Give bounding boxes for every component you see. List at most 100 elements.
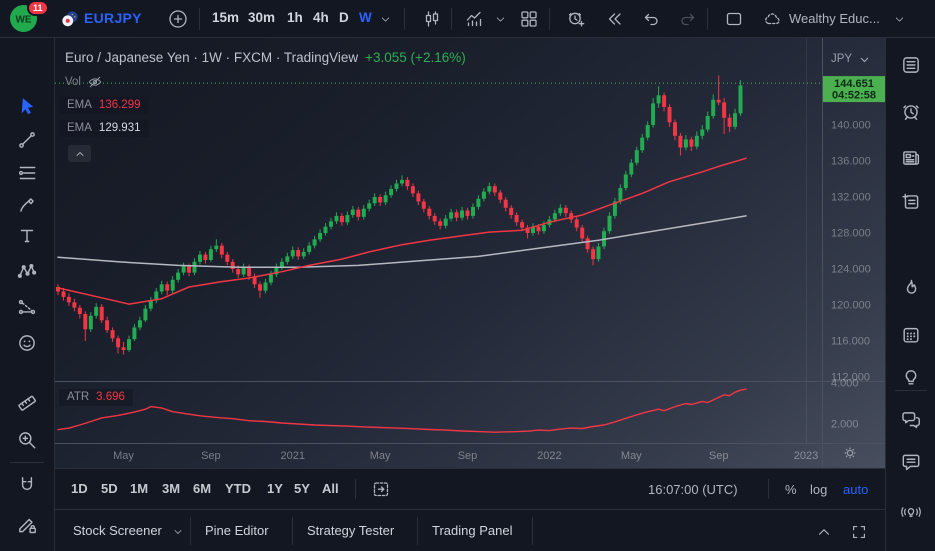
redo-icon[interactable]	[678, 9, 698, 29]
text-notes-icon[interactable]	[900, 191, 922, 213]
news-icon[interactable]	[900, 147, 922, 169]
clock[interactable]: 16:07:00 (UTC)	[648, 482, 738, 497]
pattern-tool-icon[interactable]	[16, 260, 38, 282]
emoji-tool-icon[interactable]	[16, 332, 38, 354]
cloud-save-icon[interactable]	[762, 9, 782, 29]
ideas-icon[interactable]	[900, 366, 922, 388]
notification-badge[interactable]: 11	[27, 0, 49, 16]
tab-trading-panel[interactable]: Trading Panel	[432, 523, 512, 538]
left-drawing-toolbar	[0, 38, 55, 551]
fib-retracement-tool-icon[interactable]	[16, 162, 38, 184]
interval-1d[interactable]: D	[339, 10, 349, 25]
svg-text:May: May	[621, 450, 642, 462]
text-tool-icon[interactable]	[16, 225, 38, 247]
symbol-button[interactable]: EURJPY	[84, 10, 142, 26]
indicators-icon[interactable]	[464, 9, 484, 29]
interval-4h[interactable]: 4h	[313, 10, 329, 25]
sidebar-divider	[895, 390, 927, 391]
calendar-icon[interactable]	[900, 324, 922, 346]
alerts-icon[interactable]	[900, 101, 922, 123]
symbol-description: Euro / Japanese Yen · 1W · FXCM · Tradin…	[65, 50, 358, 65]
ema-value: 129.931	[99, 122, 141, 134]
toolbar-divider	[404, 8, 405, 30]
hotlists-icon[interactable]	[900, 277, 922, 299]
interval-menu-chevron-icon[interactable]	[379, 13, 392, 26]
bottom-panel: Stock Screener Pine Editor Strategy Test…	[55, 509, 885, 551]
svg-text:2021: 2021	[281, 450, 305, 462]
range-5y[interactable]: 5Y	[294, 481, 310, 496]
ema-legend-row[interactable]: EMA 136.299	[59, 97, 149, 114]
svg-text:2.000: 2.000	[831, 419, 859, 431]
svg-text:May: May	[370, 450, 391, 462]
panel-divider	[532, 517, 533, 545]
screener-chevron-icon[interactable]	[172, 526, 184, 538]
toolbar-divider	[768, 479, 769, 499]
right-sidebar	[885, 38, 935, 551]
toolbar-divider	[10, 462, 44, 463]
range-6m[interactable]: 6M	[193, 481, 211, 496]
zoom-in-tool-icon[interactable]	[16, 429, 38, 451]
svg-text:2022: 2022	[537, 450, 561, 462]
pane-collapse-button[interactable]	[68, 145, 91, 162]
go-to-date-icon[interactable]	[371, 479, 391, 499]
range-1y[interactable]: 1Y	[267, 481, 283, 496]
svg-text:132.000: 132.000	[831, 192, 871, 204]
toolbar-divider	[707, 8, 708, 30]
magnet-tool-icon[interactable]	[16, 474, 38, 496]
svg-text:JPY: JPY	[831, 53, 852, 65]
forecast-tool-icon[interactable]	[16, 296, 38, 318]
account-menu-chevron-icon[interactable]	[893, 13, 906, 26]
bar-replay-icon[interactable]	[604, 9, 624, 29]
tab-strategy-tester[interactable]: Strategy Tester	[307, 523, 394, 538]
chart-legend-title[interactable]: Euro / Japanese Yen · 1W · FXCM · Tradin…	[65, 50, 466, 65]
range-5d[interactable]: 5D	[101, 481, 118, 496]
eye-off-icon[interactable]	[87, 75, 103, 89]
volume-legend-row[interactable]: Vol	[65, 75, 103, 89]
auto-scale-button[interactable]: auto	[843, 482, 868, 497]
trend-line-tool-icon[interactable]	[16, 129, 38, 151]
panel-divider	[417, 517, 418, 545]
panel-divider	[190, 517, 191, 545]
svg-text:120.000: 120.000	[831, 300, 871, 312]
chats-icon[interactable]	[900, 409, 922, 431]
svg-text:2023: 2023	[794, 450, 818, 462]
interval-1w[interactable]: W	[359, 10, 372, 25]
bottom-toolbar: 1D 5D 1M 3M 6M YTD 1Y 5Y All 16:07:00 (U…	[55, 468, 885, 510]
range-3m[interactable]: 3M	[162, 481, 180, 496]
candle-style-icon[interactable]	[422, 9, 442, 29]
add-symbol-icon[interactable]	[168, 9, 188, 29]
tab-pine-editor[interactable]: Pine Editor	[205, 523, 269, 538]
range-1m[interactable]: 1M	[130, 481, 148, 496]
range-1d[interactable]: 1D	[71, 481, 88, 496]
range-ytd[interactable]: YTD	[225, 481, 251, 496]
tab-stock-screener[interactable]: Stock Screener	[73, 523, 162, 538]
panel-maximize-icon[interactable]	[850, 523, 868, 541]
price-change: +3.055 (+2.16%)	[365, 50, 466, 65]
range-all[interactable]: All	[322, 481, 339, 496]
undo-icon[interactable]	[641, 9, 661, 29]
interval-15m[interactable]: 15m	[212, 10, 239, 25]
price-chart[interactable]: 140.000136.000132.000128.000124.000120.0…	[55, 38, 885, 468]
cursor-tool-icon[interactable]	[16, 95, 38, 117]
brush-tool-icon[interactable]	[16, 194, 38, 216]
percent-scale-button[interactable]: %	[785, 482, 797, 497]
alert-add-icon[interactable]	[566, 9, 586, 29]
indicators-menu-chevron-icon[interactable]	[494, 13, 507, 26]
watchlist-icon[interactable]	[900, 54, 922, 76]
panel-collapse-chevron-icon[interactable]	[815, 523, 833, 541]
interval-30m[interactable]: 30m	[248, 10, 275, 25]
log-scale-button[interactable]: log	[810, 482, 827, 497]
svg-text:144.651: 144.651	[834, 78, 874, 90]
drawing-mode-tool-icon[interactable]	[16, 514, 38, 536]
measure-tool-icon[interactable]	[16, 392, 38, 414]
private-chat-icon[interactable]	[900, 451, 922, 473]
interval-1h[interactable]: 1h	[287, 10, 303, 25]
toolbar-divider	[549, 8, 550, 30]
layout-name[interactable]: Wealthy Educ...	[789, 11, 887, 26]
ema-legend-row[interactable]: EMA 129.931	[59, 120, 149, 137]
toolbar-divider	[199, 8, 200, 30]
layout-grid-icon[interactable]	[519, 9, 539, 29]
atr-legend-row[interactable]: ATR 3.696	[59, 389, 133, 406]
ideas-stream-icon[interactable]	[900, 501, 922, 523]
layout-select-icon[interactable]	[724, 9, 744, 29]
